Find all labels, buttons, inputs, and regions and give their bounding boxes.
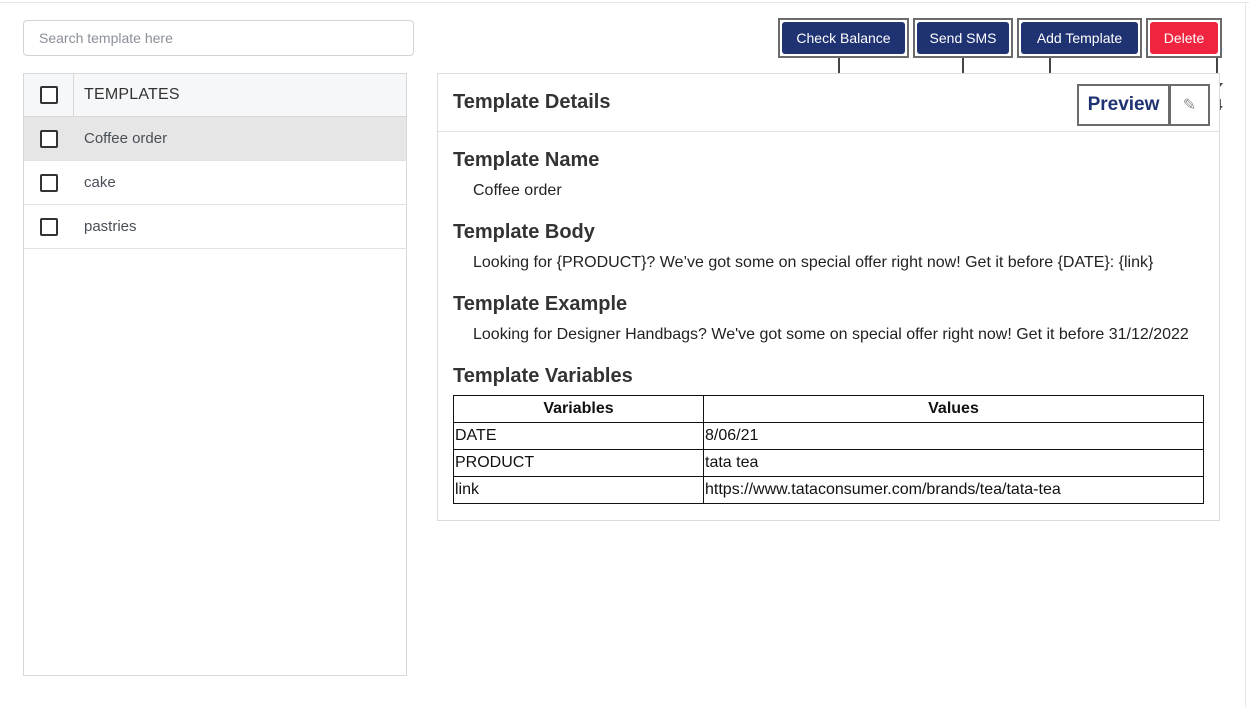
select-all-cell (24, 74, 74, 116)
template-row-cake[interactable]: cake (24, 161, 406, 205)
top-divider (0, 2, 1249, 3)
preview-label: Preview (1087, 94, 1160, 115)
template-body-heading: Template Body (453, 221, 595, 243)
add-template-label: Add Template (1021, 22, 1138, 54)
row-checkbox[interactable] (40, 129, 58, 148)
row-checkbox-cell (24, 173, 74, 192)
variable-cell: link (453, 476, 704, 504)
search-box[interactable] (23, 20, 414, 56)
send-sms-button[interactable]: Send SMS (913, 18, 1013, 58)
template-row-pastries[interactable]: pastries (24, 205, 406, 249)
template-body-value: Looking for {PRODUCT}? We’ve got some on… (473, 254, 1154, 271)
value-cell: tata tea (703, 449, 1204, 477)
pencil-icon: ✎ (1182, 97, 1197, 114)
column-header-variables: Variables (453, 395, 704, 423)
template-row-label[interactable]: Coffee order (74, 130, 167, 147)
template-name-value: Coffee order (473, 182, 562, 199)
delete-label: Delete (1150, 22, 1218, 54)
template-list-header: TEMPLATES (24, 74, 406, 117)
template-row-label[interactable]: cake (74, 174, 116, 191)
value-cell: https://www.tataconsumer.com/brands/tea/… (703, 476, 1204, 504)
template-example-value: Looking for Designer Handbags? We've got… (473, 326, 1189, 343)
variable-cell: DATE (453, 422, 704, 450)
template-variables-heading: Template Variables (453, 365, 633, 387)
variable-cell: PRODUCT (453, 449, 704, 477)
row-checkbox[interactable] (40, 217, 58, 236)
check-balance-button[interactable]: Check Balance (778, 18, 909, 58)
table-row: PRODUCT tata tea (453, 449, 1204, 477)
preview-button[interactable]: Preview (1077, 84, 1170, 126)
details-title: Template Details (453, 91, 611, 113)
check-balance-label: Check Balance (782, 22, 905, 54)
delete-button[interactable]: Delete (1146, 18, 1222, 58)
template-row-label[interactable]: pastries (74, 218, 137, 235)
search-input[interactable] (24, 21, 413, 55)
variables-table: Variables Values DATE 8/06/21 PRODUCT ta… (453, 395, 1204, 504)
row-checkbox-cell (24, 217, 74, 236)
template-example-heading: Template Example (453, 293, 628, 315)
table-row: link https://www.tataconsumer.com/brands… (453, 476, 1204, 504)
send-sms-label: Send SMS (917, 22, 1009, 54)
row-checkbox[interactable] (40, 173, 58, 192)
table-row: DATE 8/06/21 (453, 422, 1204, 450)
template-row-coffee-order[interactable]: Coffee order (24, 117, 406, 161)
select-all-checkbox[interactable] (39, 86, 58, 104)
value-cell: 8/06/21 (703, 422, 1204, 450)
row-checkbox-cell (24, 129, 74, 148)
right-divider (1245, 2, 1246, 707)
add-template-button[interactable]: Add Template (1017, 18, 1142, 58)
edit-button[interactable]: ✎ (1169, 84, 1210, 126)
column-header-values: Values (703, 395, 1204, 423)
template-list: TEMPLATES Coffee order cake pastries (23, 73, 407, 676)
variables-table-header: Variables Values (453, 395, 1204, 423)
template-name-heading: Template Name (453, 149, 600, 171)
templates-column-header: TEMPLATES (84, 86, 180, 103)
